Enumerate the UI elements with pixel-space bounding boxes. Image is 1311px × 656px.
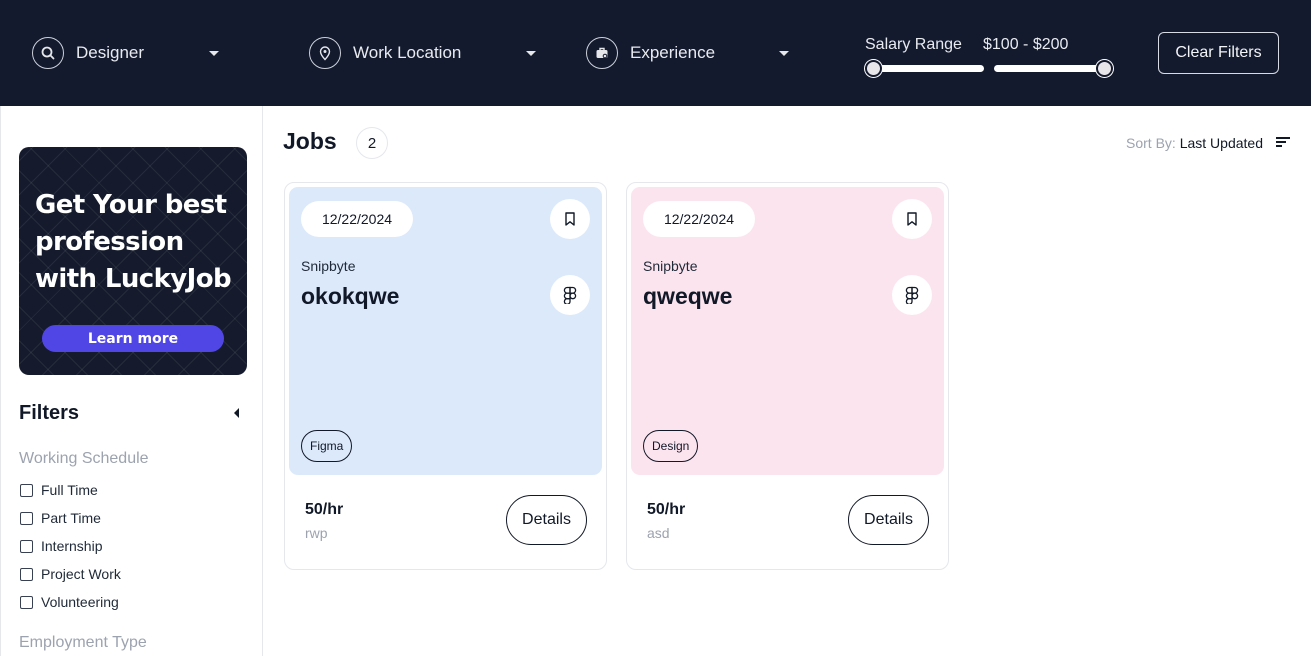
experience-filter-label: Experience (630, 43, 716, 62)
collapse-icon[interactable] (234, 408, 239, 418)
sort-icon[interactable] (1276, 137, 1290, 149)
promo-text: Get Your best profession with LuckyJob (35, 190, 232, 294)
company-name: Snipbyte (643, 258, 698, 274)
salary-track-high[interactable] (994, 65, 1107, 72)
details-button[interactable]: Details (506, 495, 587, 545)
checkbox-icon[interactable] (20, 483, 33, 497)
experience-filter[interactable]: Experience (586, 36, 789, 70)
filters-heading: Filters (19, 402, 80, 424)
checkbox-label: Part Time (41, 510, 101, 526)
salary-max-handle[interactable] (1096, 60, 1113, 77)
checkbox-project-work[interactable]: Project Work (20, 566, 121, 582)
checkbox-icon[interactable] (20, 511, 33, 525)
role-filter-label: Designer (76, 43, 145, 62)
job-date: 12/22/2024 (643, 201, 755, 237)
bookmark-icon[interactable] (550, 199, 590, 239)
chevron-down-icon (209, 51, 219, 56)
role-filter[interactable]: Designer (32, 36, 219, 70)
salary-range-label: Salary Range (865, 36, 962, 53)
chevron-down-icon (779, 51, 789, 56)
search-icon (32, 37, 64, 69)
bookmark-icon[interactable] (892, 199, 932, 239)
company-name: Snipbyte (301, 258, 356, 274)
top-filter-bar: Designer Work Location Experience Salary… (0, 0, 1311, 106)
checkbox-icon[interactable] (20, 595, 33, 609)
job-card-header: 12/22/2024 Snipbyte okokqwe Figma (289, 187, 602, 475)
briefcase-icon (586, 37, 618, 69)
job-rate: 50/hr (647, 501, 686, 518)
figma-icon (550, 275, 590, 315)
job-date: 12/22/2024 (301, 201, 413, 237)
job-card[interactable]: 12/22/2024 Snipbyte okokqwe Figma 50/hr … (284, 182, 607, 570)
job-location: asd (647, 525, 670, 541)
checkbox-label: Full Time (41, 482, 98, 498)
job-card-header: 12/22/2024 Snipbyte qweqwe Design (631, 187, 944, 475)
job-card[interactable]: 12/22/2024 Snipbyte qweqwe Design 50/hr … (626, 182, 949, 570)
checkbox-full-time[interactable]: Full Time (20, 482, 98, 498)
skill-tag: Figma (301, 430, 353, 462)
checkbox-label: Internship (41, 538, 103, 554)
salary-range: Salary Range $100 - $200 (865, 36, 1115, 80)
chevron-down-icon (526, 51, 536, 56)
clear-filters-button[interactable]: Clear Filters (1158, 32, 1279, 74)
checkbox-internship[interactable]: Internship (20, 538, 102, 554)
figma-icon (892, 275, 932, 315)
sort-label: Sort By: (1126, 135, 1176, 151)
job-rate: 50/hr (305, 501, 344, 518)
checkbox-volunteering[interactable]: Volunteering (20, 594, 119, 610)
location-filter-label: Work Location (353, 43, 462, 62)
details-button[interactable]: Details (848, 495, 929, 545)
location-filter[interactable]: Work Location (309, 36, 536, 70)
skill-tag: Design (643, 430, 699, 462)
page-title: Jobs (283, 128, 337, 154)
sort-control[interactable]: Sort By: Last Updated (1126, 135, 1263, 151)
sidebar: Get Your best profession with LuckyJob L… (0, 106, 263, 656)
checkbox-label: Volunteering (41, 594, 119, 610)
checkbox-part-time[interactable]: Part Time (20, 510, 101, 526)
location-pin-icon (309, 37, 341, 69)
salary-range-value: $100 - $200 (983, 36, 1069, 53)
sort-value[interactable]: Last Updated (1180, 135, 1263, 151)
checkbox-label: Project Work (41, 566, 121, 582)
learn-more-button[interactable]: Learn more (42, 325, 224, 352)
job-title: qweqwe (643, 283, 733, 309)
salary-track-low[interactable] (871, 65, 984, 72)
job-location: rwp (305, 525, 328, 541)
working-schedule-heading: Working Schedule (19, 450, 149, 467)
promo-banner: Get Your best profession with LuckyJob L… (19, 147, 247, 375)
job-title: okokqwe (301, 283, 400, 309)
jobs-count-badge: 2 (356, 127, 388, 159)
employment-type-heading: Employment Type (19, 634, 147, 651)
salary-min-handle[interactable] (865, 60, 882, 77)
checkbox-icon[interactable] (20, 539, 33, 553)
checkbox-icon[interactable] (20, 567, 33, 581)
